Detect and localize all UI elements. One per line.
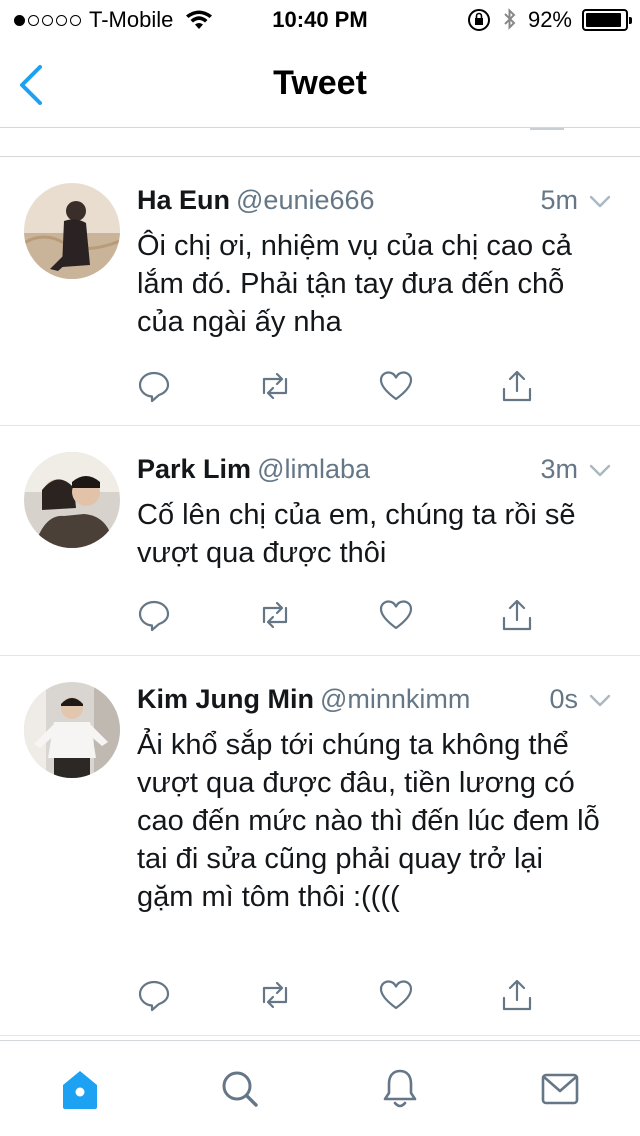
search-icon[interactable] (220, 1065, 260, 1113)
reply-icon[interactable] (137, 598, 171, 632)
like-icon[interactable] (379, 369, 413, 403)
avatar[interactable] (24, 183, 120, 279)
tweet[interactable]: Kim Jung Min @minnkimm 0s Ải khổ sắp tới … (0, 656, 640, 1036)
orientation-lock-icon (467, 9, 490, 31)
chevron-down-icon[interactable] (588, 189, 612, 213)
author-name[interactable]: Ha Eun (137, 185, 230, 215)
tweet[interactable]: Ha Eun @eunie666 5m Ôi chị ơi, nhiệm vụ c… (0, 157, 640, 426)
navigation-bar: Tweet (0, 40, 640, 128)
share-icon[interactable] (500, 598, 534, 632)
battery-icon (582, 9, 632, 31)
tweet-time: 3m (540, 454, 578, 484)
tweet-text: Ải khổ sắp tới chúng ta không thể vượt q… (137, 729, 600, 913)
status-right: 92% (466, 7, 632, 33)
tweet-header: Kim Jung Min @minnkimm 0s (137, 684, 612, 718)
reply-icon[interactable] (137, 369, 171, 403)
tweet-time: 5m (540, 185, 578, 215)
reply-icon[interactable] (137, 978, 171, 1012)
page-title: Tweet (273, 64, 367, 102)
tweet-text: Ôi chị ơi, nhiệm vụ của chị cao cả lắm đ… (137, 230, 572, 338)
bluetooth-icon (504, 8, 516, 30)
notifications-icon[interactable] (380, 1065, 420, 1113)
retweet-icon[interactable] (258, 369, 292, 403)
author-handle[interactable]: @minnkimm (320, 684, 470, 714)
author-handle[interactable]: @eunie666 (236, 185, 375, 215)
share-icon[interactable] (500, 978, 534, 1012)
home-icon[interactable] (60, 1065, 100, 1113)
tab-bar (0, 1040, 640, 1136)
retweet-icon[interactable] (258, 978, 292, 1012)
like-icon[interactable] (379, 598, 413, 632)
retweet-icon[interactable] (258, 598, 292, 632)
tweet-text: Cố lên chị của em, chúng ta rồi sẽ vượt … (137, 499, 576, 569)
author-name[interactable]: Kim Jung Min (137, 684, 314, 714)
battery-percent: 92% (527, 7, 572, 32)
tweet-actions (137, 978, 537, 1014)
avatar[interactable] (24, 682, 120, 778)
chevron-down-icon[interactable] (588, 458, 612, 482)
chevron-down-icon[interactable] (588, 688, 612, 712)
divider (530, 128, 564, 130)
status-bar: T-Mobile 10:40 PM 92% (0, 0, 640, 40)
tweet-header: Ha Eun @eunie666 5m (137, 185, 612, 219)
author-handle[interactable]: @limlaba (257, 454, 370, 484)
tweet-header: Park Lim @limlaba 3m (137, 454, 612, 488)
share-icon[interactable] (500, 369, 534, 403)
author-name[interactable]: Park Lim (137, 454, 251, 484)
battery-level (586, 13, 621, 27)
avatar[interactable] (24, 452, 120, 548)
tweet-actions (137, 598, 537, 634)
tweet[interactable]: Park Lim @limlaba 3m Cố lên chị của em, c… (0, 426, 640, 656)
tweet-time: 0s (549, 684, 578, 714)
battery-tip (629, 17, 632, 24)
tweet-actions (137, 369, 537, 405)
messages-icon[interactable] (540, 1065, 580, 1113)
like-icon[interactable] (379, 978, 413, 1012)
